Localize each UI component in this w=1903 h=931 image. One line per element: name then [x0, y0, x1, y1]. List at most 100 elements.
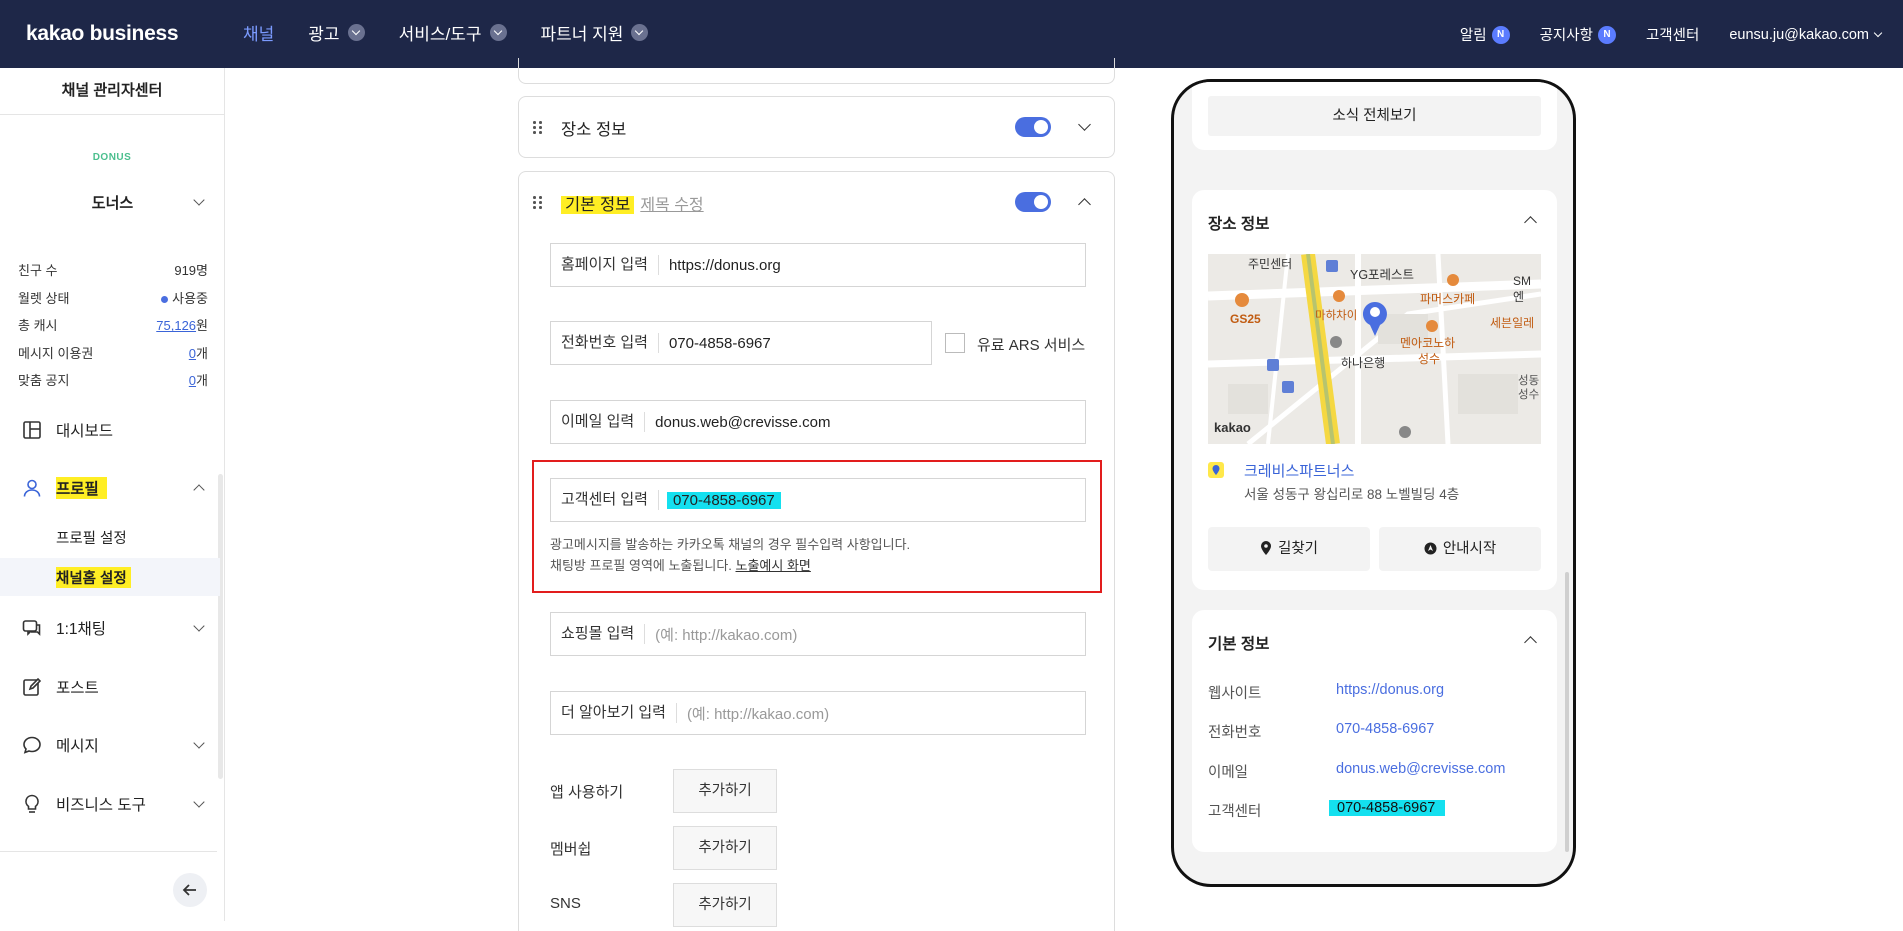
chevron-up-icon[interactable]: [1524, 216, 1537, 229]
start-navigation-button[interactable]: 안내시작: [1379, 527, 1541, 571]
sidebar-item-message[interactable]: 메시지: [0, 725, 225, 765]
ars-checkbox-label[interactable]: 유료 ARS 서비스: [977, 334, 1085, 355]
view-all-news-button[interactable]: 소식 전체보기: [1208, 96, 1541, 136]
channel-name[interactable]: 도너스: [0, 192, 225, 213]
sidebar-title: 채널 관리자센터: [0, 68, 224, 115]
alerts-link[interactable]: 알림 N: [1460, 24, 1510, 45]
nav-channel-label: 채널: [243, 25, 275, 44]
add-sns-button[interactable]: 추가하기: [673, 883, 777, 927]
chevron-down-icon[interactable]: [1078, 118, 1091, 131]
account-menu[interactable]: eunsu.ju@kakao.com: [1729, 26, 1883, 43]
sidebar-subitem-profile-settings[interactable]: 프로필 설정: [0, 518, 220, 556]
notice-count-link[interactable]: 0: [189, 373, 196, 388]
nav-ads-label: 광고: [308, 25, 340, 44]
nav-channel[interactable]: 채널: [243, 20, 274, 45]
place-info-toggle[interactable]: [1015, 117, 1051, 137]
customer-center-field[interactable]: 고객센터 입력 070-4858-6967: [550, 478, 1086, 522]
chevron-down-icon: [347, 24, 365, 41]
customer-center-link[interactable]: 고객센터: [1646, 24, 1699, 45]
cash-link[interactable]: 75,126: [156, 318, 196, 333]
learn-more-field[interactable]: 더 알아보기 입력 (예: http://kakao.com): [550, 691, 1086, 735]
nav-services-tools[interactable]: 서비스/도구: [399, 20, 507, 45]
preview-basic-info-card: 기본 정보 웹사이트 https://donus.org 전화번호 070-48…: [1192, 610, 1557, 852]
stat-label: 메시지 이용권: [18, 345, 94, 361]
customer-center-input[interactable]: 070-4858-6967: [666, 491, 781, 509]
stat-value: 919명: [174, 263, 208, 279]
sidebar-item-label: 포스트: [56, 680, 99, 697]
preview-screen: 소식 전체보기 장소 정보 주민센터 YG포레스트 SM엔 마하차이 파머스카페…: [1174, 82, 1573, 884]
nav-ads[interactable]: 광고: [308, 20, 365, 45]
info-value-customer-center[interactable]: 070-4858-6967: [1329, 800, 1446, 816]
chevron-up-icon[interactable]: [1524, 636, 1537, 649]
directions-button[interactable]: 길찾기: [1208, 527, 1370, 571]
drag-handle-icon[interactable]: [533, 121, 543, 135]
edit-title-link[interactable]: 제목 수정: [640, 197, 703, 214]
ars-checkbox[interactable]: [945, 333, 965, 353]
learn-more-input[interactable]: (예: http://kakao.com): [677, 703, 829, 724]
customer-center-value[interactable]: 070-4858-6967: [659, 491, 781, 509]
membership-label: 멤버쉽: [550, 841, 592, 858]
dashboard-icon: [23, 421, 41, 439]
stat-unit: 원: [196, 318, 208, 334]
shopping-mall-input[interactable]: (예: http://kakao.com): [645, 624, 797, 645]
location-map[interactable]: 주민센터 YG포레스트 SM엔 마하차이 파머스카페 GS25 세븐일레 멘아코…: [1208, 254, 1541, 444]
basic-info-heading: 기본 정보 제목 수정: [561, 191, 704, 215]
arrow-left-icon: [182, 884, 196, 896]
field-label: 고객센터 입력: [551, 490, 659, 510]
sidebar-divider: [0, 851, 217, 852]
add-membership-button[interactable]: 추가하기: [673, 826, 777, 870]
stat-unit: 개: [196, 373, 208, 389]
place-info-title: 장소 정보: [561, 121, 627, 139]
place-name-link[interactable]: 크레비스파트너스: [1244, 460, 1354, 481]
main-nav: 채널 광고 서비스/도구 파트너 지원: [243, 20, 682, 45]
nav-partner-support[interactable]: 파트너 지원: [541, 20, 649, 45]
chevron-down-icon: [631, 24, 649, 41]
shopping-mall-field[interactable]: 쇼핑몰 입력 (예: http://kakao.com): [550, 612, 1086, 656]
nav-services-label: 서비스/도구: [398, 25, 482, 44]
sidebar-item-post[interactable]: 포스트: [0, 667, 225, 707]
account-email: eunsu.ju@kakao.com: [1729, 26, 1869, 43]
add-app-button[interactable]: 추가하기: [673, 769, 777, 813]
place-address: 서울 성동구 왕십리로 88 노벨빌딩 4층: [1244, 487, 1460, 502]
map-label: 파머스카페: [1420, 292, 1476, 306]
sidebar-item-chat[interactable]: 1:1채팅: [0, 608, 225, 648]
info-label-email: 이메일: [1208, 765, 1249, 781]
email-field[interactable]: 이메일 입력 donus.web@crevisse.com: [550, 400, 1086, 444]
exposure-example-link[interactable]: 노출예시 화면: [736, 558, 811, 573]
notice-link[interactable]: 공지사항 N: [1540, 24, 1616, 45]
chevron-up-icon[interactable]: [1078, 198, 1091, 211]
channel-logo: DONUS: [92, 152, 132, 163]
location-pin-icon: [1260, 541, 1271, 555]
email-input[interactable]: donus.web@crevisse.com: [645, 414, 830, 431]
map-label: 성수: [1418, 352, 1441, 366]
info-value-email[interactable]: donus.web@crevisse.com: [1336, 761, 1505, 777]
info-value-website[interactable]: https://donus.org: [1336, 682, 1444, 698]
sidebar-item-profile[interactable]: 프로필: [0, 468, 225, 508]
sidebar-item-dashboard[interactable]: 대시보드: [0, 410, 225, 450]
sidebar-item-label: 대시보드: [56, 423, 114, 440]
sidebar-subitem-channel-home-settings[interactable]: 채널홈 설정: [0, 558, 220, 596]
sidebar-item-label: 1:1채팅: [56, 621, 107, 638]
phone-input[interactable]: 070-4858-6967: [659, 335, 771, 352]
collapse-sidebar-button[interactable]: [173, 873, 207, 907]
sidebar-item-business-tools[interactable]: 비즈니스 도구: [0, 784, 225, 824]
chevron-down-icon: [193, 796, 205, 808]
stat-label: 월렛 상태: [18, 290, 70, 306]
map-label: YG포레스트: [1350, 268, 1415, 282]
drag-handle-icon[interactable]: [533, 196, 543, 210]
status-dot-icon: [161, 295, 169, 303]
phone-field[interactable]: 전화번호 입력 070-4858-6967: [550, 321, 932, 365]
homepage-field[interactable]: 홈페이지 입력 https://donus.org: [550, 243, 1086, 287]
chevron-down-icon: [1873, 28, 1883, 37]
preview-scrollbar[interactable]: [1565, 572, 1569, 852]
utility-nav: 알림 N 공지사항 N 고객센터 eunsu.ju@kakao.com: [1430, 24, 1883, 45]
map-label: 마하차이: [1315, 310, 1358, 322]
info-value-phone[interactable]: 070-4858-6967: [1336, 721, 1434, 737]
kakao-business-logo[interactable]: kakao business: [26, 22, 179, 46]
sns-label: SNS: [550, 895, 581, 912]
tickets-link[interactable]: 0: [189, 346, 196, 361]
sidebar-item-label: 메시지: [56, 738, 99, 755]
homepage-input[interactable]: https://donus.org: [659, 257, 781, 274]
basic-info-toggle[interactable]: [1015, 192, 1051, 212]
map-label: 주민센터: [1248, 257, 1293, 271]
